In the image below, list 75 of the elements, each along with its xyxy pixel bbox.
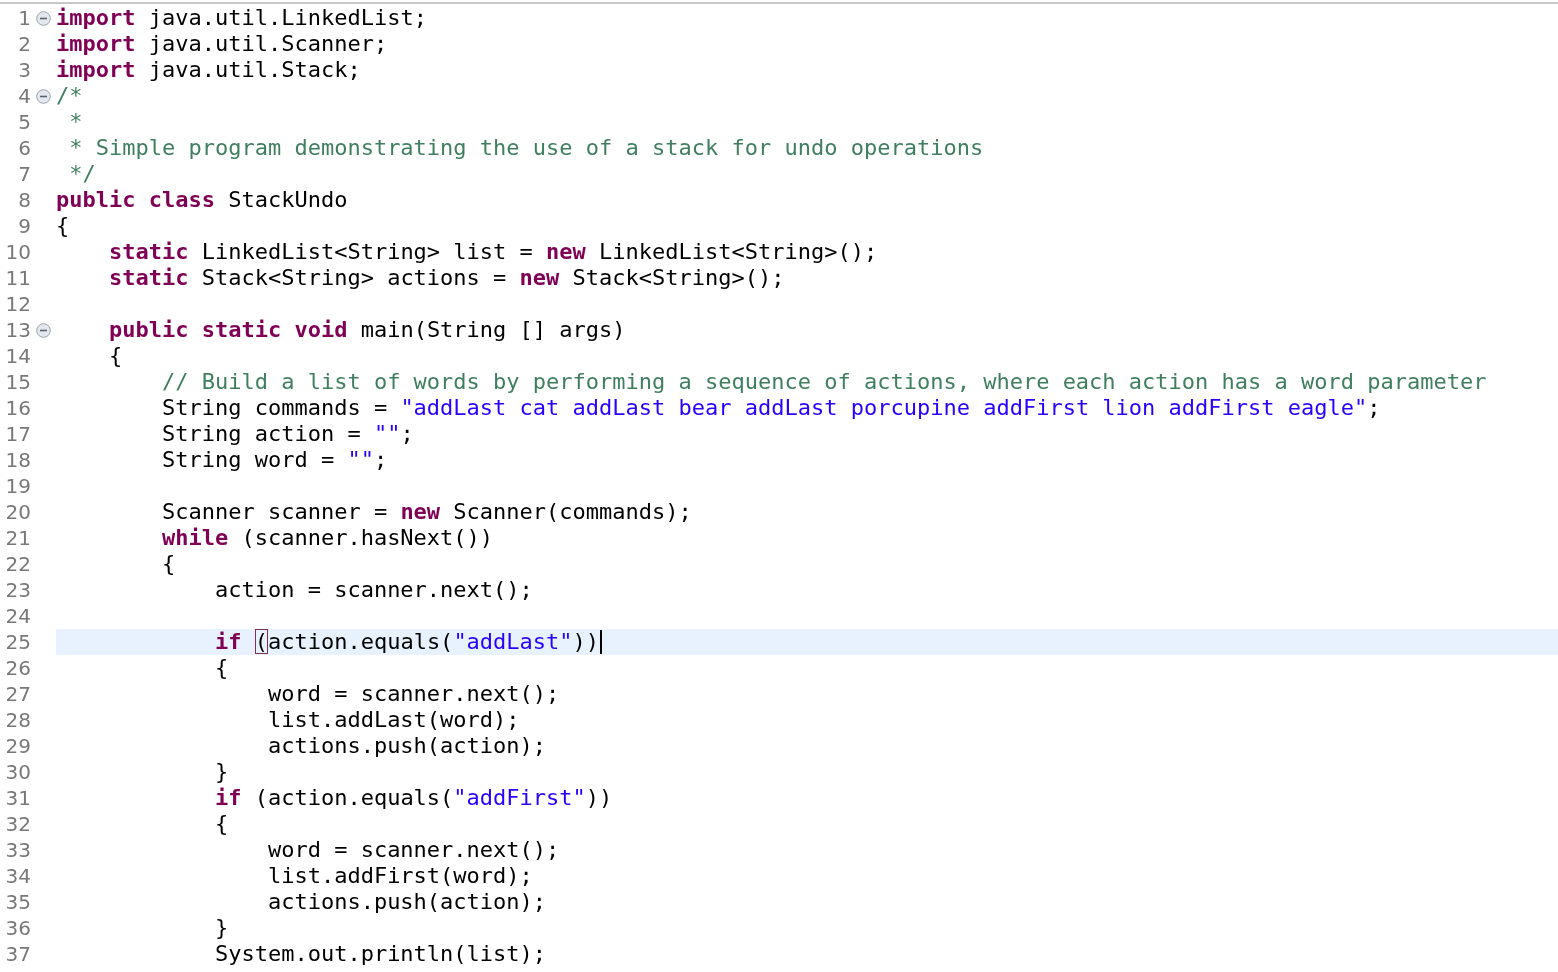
line-number: 23 [4, 578, 31, 602]
line-number: 14 [4, 344, 31, 368]
line-number: 4 [17, 84, 31, 108]
code-line: public static void main(String [] args) [107, 317, 626, 343]
collapse-icon[interactable] [36, 322, 51, 338]
line-number: 13 [4, 318, 31, 342]
code-line: list.addFirst(word); [266, 863, 533, 889]
collapse-icon[interactable] [36, 10, 51, 26]
line-number: 15 [4, 370, 31, 394]
code-line: */ [68, 161, 96, 187]
line-number: 31 [4, 786, 31, 810]
code-line: action = scanner.next(); [213, 577, 533, 603]
line-number: 1 [17, 6, 31, 30]
code-line: { [213, 655, 229, 681]
line-number: 22 [4, 552, 31, 576]
code-line: static Stack<String> actions = new Stack<String>(); [107, 265, 785, 291]
line-number: 7 [17, 162, 31, 186]
line-number: 32 [4, 812, 31, 836]
code-line: word = scanner.next(); [266, 837, 560, 863]
code-line: static LinkedList<String> list = new LinkedList<String>(); [107, 239, 878, 265]
code-line: } [213, 759, 229, 785]
code-line: * [68, 109, 83, 135]
line-number: 27 [4, 682, 31, 706]
line-number: 24 [4, 604, 31, 628]
line-number: 5 [17, 110, 31, 134]
code-line: Scanner scanner = new Scanner(commands); [160, 499, 692, 525]
code-line: import java.util.LinkedList; [56, 5, 427, 31]
code-line: if (action.equals("addFirst")) [213, 785, 613, 811]
line-number: 3 [17, 58, 31, 82]
text-cursor [600, 630, 603, 654]
line-number: 16 [4, 396, 31, 420]
code-line: String commands = "addLast cat addLast bear addLast porcupine addFirst lion addFirst eagle"; [160, 395, 1381, 421]
line-number: 25 [4, 630, 31, 654]
line-number: 28 [4, 708, 31, 732]
code-line: * Simple program demonstrating the use of a stack for undo operations [68, 135, 984, 161]
collapse-icon[interactable] [36, 88, 51, 104]
line-number: 9 [17, 214, 31, 238]
code-line: if (action.equals("addLast")) [213, 629, 600, 655]
line-number: 20 [4, 500, 31, 524]
line-number: 35 [4, 890, 31, 914]
code-line: while (scanner.hasNext()) [160, 525, 494, 551]
line-number: 36 [4, 916, 31, 940]
code-line: { [56, 213, 70, 239]
code-line: { [213, 811, 229, 837]
line-number: 10 [4, 240, 31, 264]
code-line: /* [56, 83, 83, 109]
line-number: 37 [4, 942, 31, 966]
line-number: 2 [17, 32, 31, 56]
line-number: 12 [4, 292, 31, 316]
line-number: 34 [4, 864, 31, 888]
code-line: String action = ""; [160, 421, 414, 447]
code-line: System.out.println(list); [213, 941, 547, 967]
code-line: actions.push(action); [266, 889, 547, 915]
line-number: 11 [4, 266, 31, 290]
code-line: import java.util.Scanner; [56, 31, 388, 57]
code-line: { [107, 343, 123, 369]
line-number: 33 [4, 838, 31, 862]
line-number: 8 [17, 188, 31, 212]
code-line: } [213, 915, 229, 941]
code-line: { [160, 551, 176, 577]
line-number: 26 [4, 656, 31, 680]
code-line: word = scanner.next(); [266, 681, 560, 707]
code-line: String word = ""; [160, 447, 388, 473]
code-line: // Build a list of words by performing a sequence of actions, where each action has a word parameter [160, 369, 1487, 395]
code-line: import java.util.Stack; [56, 57, 361, 83]
line-number: 29 [4, 734, 31, 758]
code-line: actions.push(action); [266, 733, 547, 759]
line-number: 18 [4, 448, 31, 472]
line-number: 30 [4, 760, 31, 784]
line-number: 21 [4, 526, 31, 550]
code-line: public class StackUndo [56, 187, 348, 213]
line-number: 17 [4, 422, 31, 446]
line-number: 6 [17, 136, 31, 160]
code-line: list.addLast(word); [266, 707, 520, 733]
line-number: 19 [4, 474, 31, 498]
